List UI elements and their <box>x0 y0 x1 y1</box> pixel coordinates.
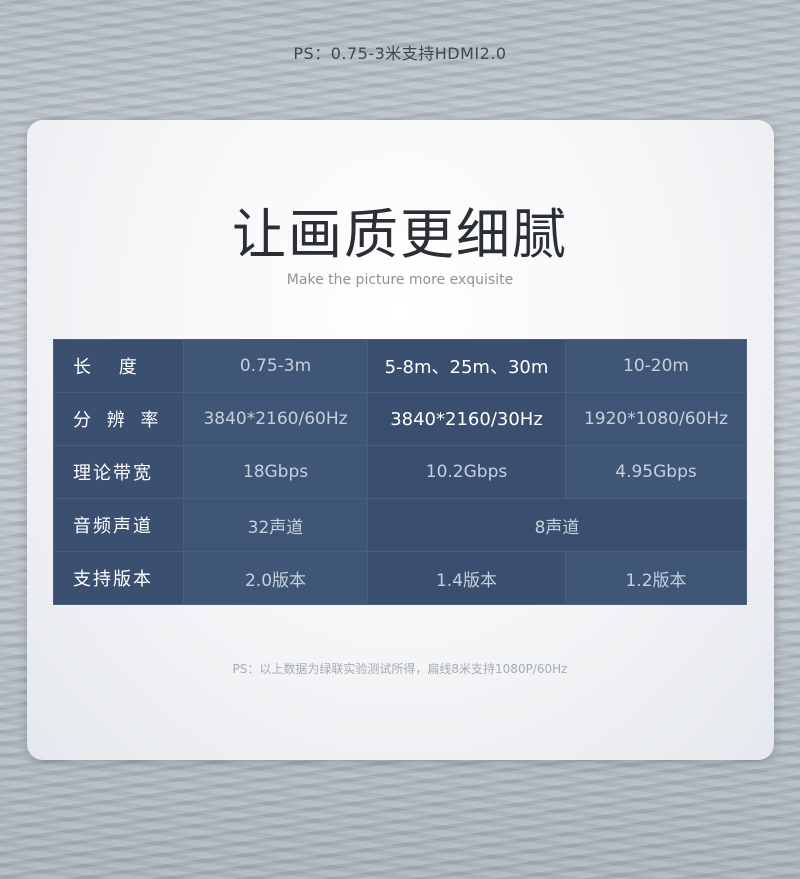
row-label-version: 支持版本 <box>53 551 184 605</box>
cell-length-col1: 0.75-3m <box>183 339 368 393</box>
cell-resolution-col1: 3840*2160/60Hz <box>183 392 368 446</box>
top-note: PS：0.75-3米支持HDMI2.0 <box>293 44 507 63</box>
spec-row-bandwidth: 理论带宽 18Gbps 10.2Gbps 4.95Gbps <box>53 445 747 499</box>
spec-row-version: 支持版本 2.0版本 1.4版本 1.2版本 <box>53 551 747 605</box>
cell-bandwidth-col3: 4.95Gbps <box>565 445 747 499</box>
cell-bandwidth-col2: 10.2Gbps <box>367 445 566 499</box>
spec-row-audio: 音频声道 32声道 8声道 <box>53 498 747 552</box>
cell-audio-merged: 8声道 <box>367 498 747 552</box>
row-label-resolution: 分 辨 率 <box>53 392 184 446</box>
spec-row-resolution: 分 辨 率 3840*2160/60Hz 3840*2160/30Hz 1920… <box>53 392 747 446</box>
row-label-length: 长 度 <box>53 339 184 393</box>
cell-length-col3: 10-20m <box>565 339 747 393</box>
cell-length-col2: 5-8m、25m、30m <box>367 339 566 393</box>
cell-bandwidth-col1: 18Gbps <box>183 445 368 499</box>
cell-version-col1: 2.0版本 <box>183 551 368 605</box>
spec-row-length: 长 度 0.75-3m 5-8m、25m、30m 10-20m <box>53 339 747 393</box>
cell-resolution-col2: 3840*2160/30Hz <box>367 392 566 446</box>
footnote: PS：以上数据为绿联实验测试所得，扁线8米支持1080P/60Hz <box>232 662 568 676</box>
headline: 让画质更细腻 <box>232 203 568 266</box>
cell-audio-col1: 32声道 <box>183 498 368 552</box>
row-label-bandwidth: 理论带宽 <box>53 445 184 499</box>
subheadline: Make the picture more exquisite <box>286 272 514 288</box>
cell-version-col2: 1.4版本 <box>367 551 566 605</box>
cell-resolution-col3: 1920*1080/60Hz <box>565 392 747 446</box>
row-label-audio: 音频声道 <box>53 498 184 552</box>
spec-table: 长 度 0.75-3m 5-8m、25m、30m 10-20m 分 辨 率 38… <box>53 339 747 605</box>
cell-version-col3: 1.2版本 <box>565 551 747 605</box>
